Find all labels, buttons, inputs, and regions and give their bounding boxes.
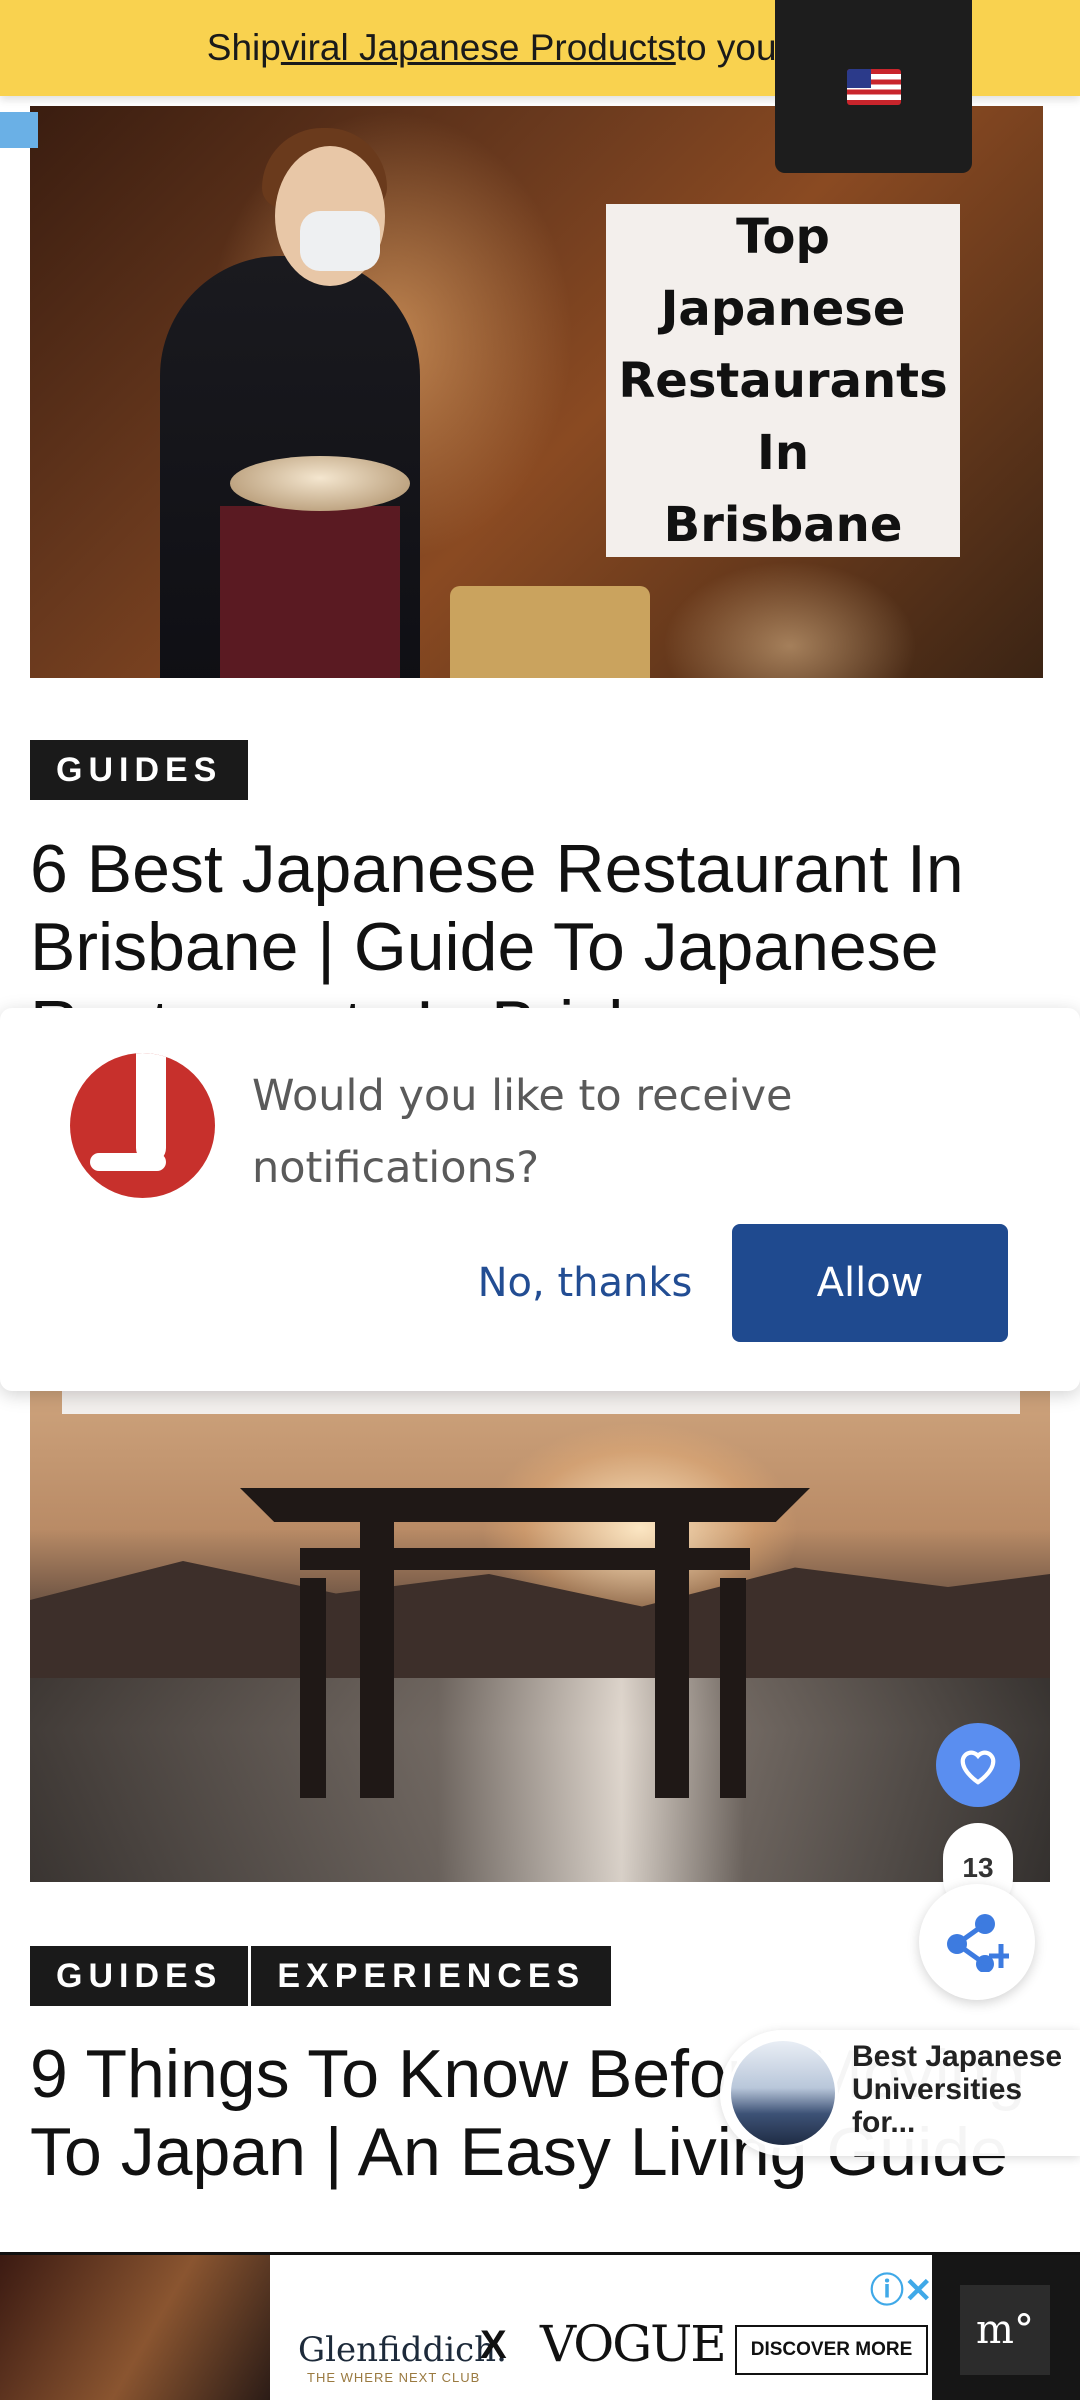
related-article-title: Best Japanese Universities for...	[852, 2040, 1063, 2139]
tag-experiences[interactable]: EXPERIENCES	[251, 1946, 612, 2006]
related-article-card[interactable]: Best Japanese Universities for...	[720, 2030, 1080, 2156]
ad-partner: VOGUE	[540, 2315, 727, 2373]
ad-image	[0, 2255, 270, 2400]
ad-brand-sub: THE WHERE NEXT CLUB	[307, 2370, 481, 2385]
promo-link[interactable]: viral Japanese Products	[281, 27, 676, 69]
site-logo-icon	[70, 1053, 215, 1198]
share-icon	[947, 1914, 1009, 1972]
language-selector[interactable]	[775, 0, 972, 173]
tag-guides[interactable]: GUIDES	[30, 1946, 249, 2006]
promo-prefix: Ship	[206, 27, 281, 68]
tag-guides[interactable]: GUIDES	[30, 740, 249, 800]
notification-message: Would you like to receive notifications?	[252, 1071, 793, 1193]
us-flag-icon[interactable]	[846, 68, 901, 105]
share-button[interactable]	[919, 1884, 1035, 2000]
related-article-thumbnail	[728, 2038, 838, 2148]
ad-collab-x: X	[480, 2323, 507, 2367]
ad-logo-icon: m°	[960, 2285, 1050, 2375]
ad-side-panel: m°	[932, 2255, 1080, 2400]
article1-tags: GUIDES	[30, 740, 249, 800]
article-image-restaurants[interactable]: Top Japanese Restaurants In Brisbane	[30, 106, 1043, 678]
image-overlay-text: Top Japanese Restaurants In Brisbane	[606, 204, 960, 557]
ad-bell-icon[interactable]	[0, 112, 38, 148]
ad-close-icon[interactable]: ⓘ✕	[870, 2263, 933, 2312]
no-thanks-button[interactable]: No, thanks	[470, 1224, 700, 1342]
article-image-torii[interactable]	[30, 1378, 1050, 1882]
ad-banner[interactable]: Glenfiddich. THE WHERE NEXT CLUB X VOGUE…	[0, 2252, 1080, 2400]
discover-more-button[interactable]: DISCOVER MORE	[735, 2325, 928, 2375]
notification-prompt: Would you like to receive notifications?…	[0, 1008, 1080, 1391]
article2-tags: GUIDES EXPERIENCES	[30, 1946, 612, 2006]
ad-brand: Glenfiddich.	[298, 2330, 507, 2370]
allow-button[interactable]: Allow	[732, 1224, 1008, 1342]
heart-icon	[960, 1750, 996, 1785]
like-button[interactable]	[936, 1723, 1020, 1807]
